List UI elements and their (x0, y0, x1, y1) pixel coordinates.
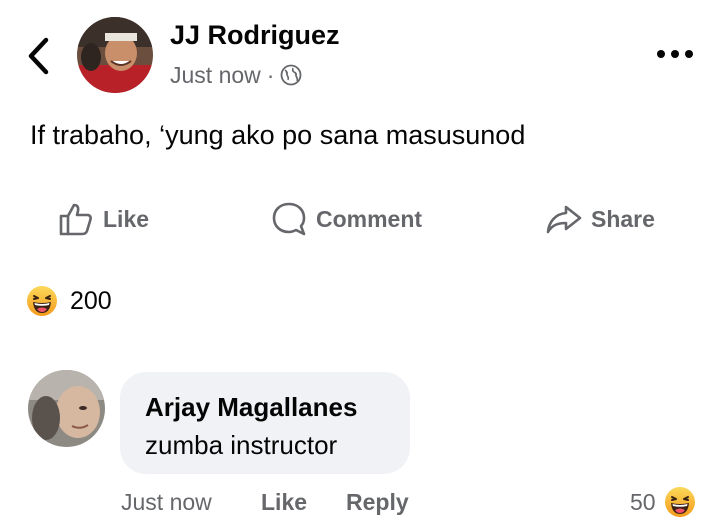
haha-emoji-icon (27, 286, 57, 316)
comment-button[interactable]: Comment (271, 197, 422, 241)
share-label: Share (591, 205, 655, 232)
haha-emoji-icon (664, 487, 695, 517)
author-name[interactable]: JJ Rodriguez (170, 20, 340, 51)
comment-reactions[interactable]: 50 (630, 484, 696, 520)
thumbs-up-icon (59, 203, 92, 236)
comment-reaction-count: 50 (630, 488, 656, 515)
share-button[interactable]: Share (546, 197, 655, 241)
post-timestamp[interactable]: Just now (170, 62, 261, 89)
comment-reply-button[interactable]: Reply (346, 489, 409, 516)
globe-icon[interactable] (280, 64, 302, 86)
comment-timestamp: Just now (121, 489, 212, 515)
share-arrow-icon (546, 205, 582, 234)
author-avatar[interactable] (77, 17, 153, 93)
commenter-avatar[interactable] (28, 370, 105, 447)
reactions-summary[interactable]: 200 (26, 283, 112, 319)
more-options-button[interactable] (650, 40, 700, 68)
comment-like-button[interactable]: Like (261, 489, 307, 516)
like-label: Like (103, 205, 150, 232)
meta-separator: · (266, 61, 275, 88)
comment-label: Comment (316, 205, 423, 232)
more-dot-icon (685, 50, 693, 58)
like-button[interactable]: Like (58, 197, 149, 241)
comment-bubble-icon (272, 202, 306, 236)
back-button[interactable] (22, 34, 56, 78)
post-meta: Just now · (170, 60, 302, 90)
more-dot-icon (671, 50, 679, 58)
chevron-left-icon (28, 37, 49, 75)
reaction-count: 200 (70, 286, 112, 315)
more-dot-icon (657, 50, 665, 58)
post-text: If trabaho, ‘yung ako po sana masusunod (30, 120, 526, 150)
comment-text: zumba instructor (145, 430, 338, 460)
commenter-name[interactable]: Arjay Magallanes (145, 392, 357, 423)
